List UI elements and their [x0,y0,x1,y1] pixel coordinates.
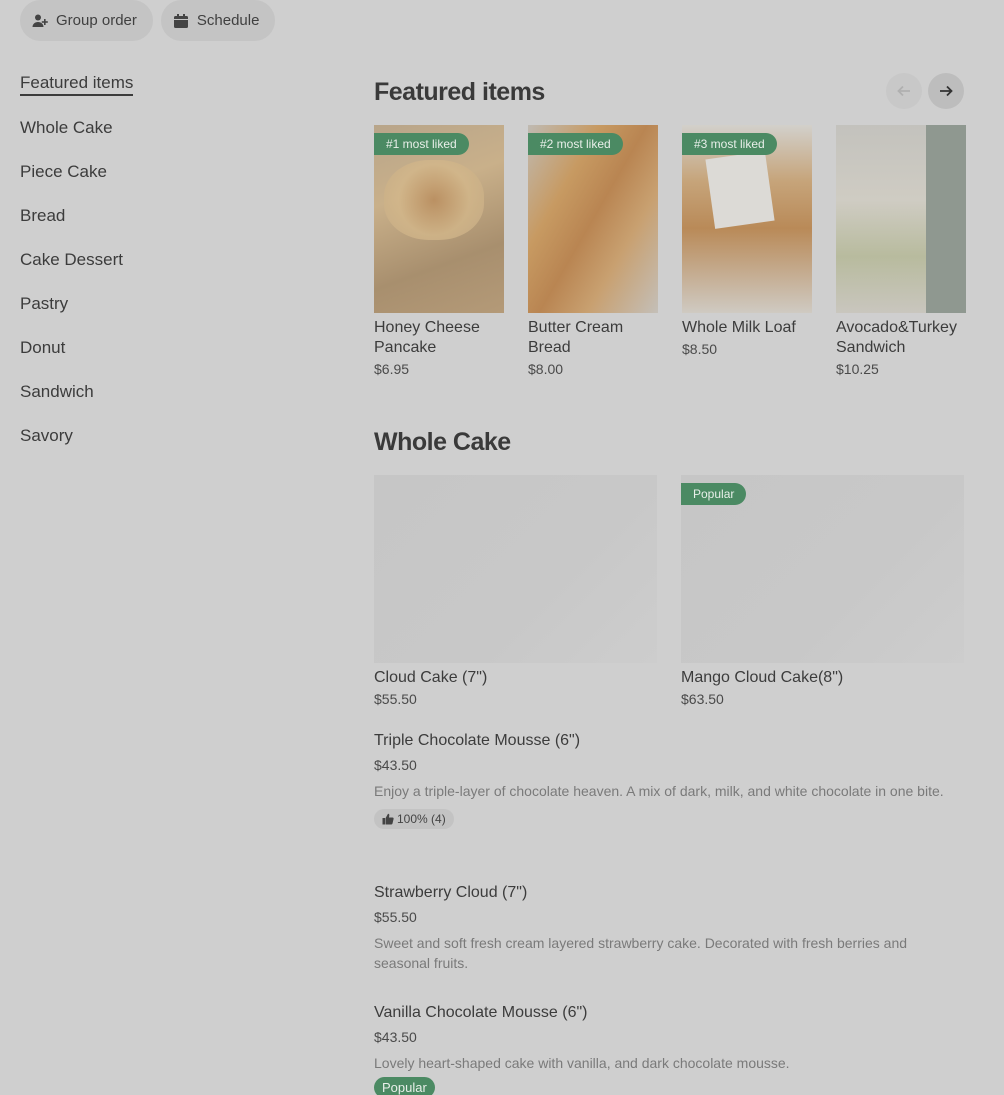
item-price: $10.25 [836,361,879,377]
featured-item-card[interactable]: #1 most liked Honey Cheese Pancake $6.95 [374,125,504,377]
menu-list-item[interactable]: Vanilla Chocolate Mousse (6") $43.50 Lov… [374,1004,964,1095]
top-actions: Group order Schedule [20,0,276,41]
carousel-controls [886,73,964,109]
item-name: Honey Cheese Pancake [374,319,480,356]
menu-list-item[interactable]: Strawberry Cloud (7") $55.50 Sweet and s… [374,884,964,973]
item-description: Enjoy a triple-layer of chocolate heaven… [374,783,944,799]
item-price: $8.50 [682,341,718,357]
item-image-placeholder [374,475,657,663]
calendar-icon [173,13,188,28]
item-name: Triple Chocolate Mousse (6") [374,732,581,749]
rank-badge: #1 most liked [374,133,469,155]
item-name: Whole Milk Loaf [682,319,796,336]
item-image-placeholder: Popular [681,475,964,663]
rank-badge: #3 most liked [682,133,777,155]
item-price: $43.50 [374,757,417,773]
item-price: $43.50 [374,1029,417,1045]
item-image: #3 most liked [682,125,812,313]
featured-header: Featured items [374,73,964,109]
menu-item-card[interactable]: Cloud Cake (7") $55.50 [374,475,657,707]
popular-badge: Popular [681,483,747,505]
schedule-label: Schedule [196,12,260,29]
carousel-prev-button[interactable] [886,73,922,109]
item-price: $55.50 [374,691,417,707]
whole-cake-title: Whole Cake [374,428,511,456]
carousel-next-button[interactable] [928,73,964,109]
item-name: Avocado&Turkey Sandwich [836,319,957,356]
item-description: Lovely heart-shaped cake with vanilla, a… [374,1055,790,1071]
whole-cake-cards: Cloud Cake (7") $55.50 Popular Mango Clo… [374,475,964,707]
rating-text: 100% (4) [397,812,446,826]
item-image: #1 most liked [374,125,504,313]
schedule-button[interactable]: Schedule [160,0,276,41]
menu-item-card[interactable]: Popular Mango Cloud Cake(8") $63.50 [681,475,964,707]
item-name: Vanilla Chocolate Mousse (6") [374,1004,588,1021]
featured-item-card[interactable]: Avocado&Turkey Sandwich $10.25 [836,125,966,377]
item-price: $6.95 [374,361,410,377]
rank-badge: #2 most liked [528,133,623,155]
rating-badge: 100% (4) [374,809,454,829]
item-price: $55.50 [374,909,417,925]
sidebar-item-featured-items[interactable]: Featured items [20,62,320,106]
featured-item-card[interactable]: #2 most liked Butter Cream Bread $8.00 [528,125,658,377]
arrow-right-icon [940,85,953,97]
group-order-button[interactable]: Group order [20,0,153,41]
sidebar-item-bread[interactable]: Bread [20,194,320,238]
item-name: Cloud Cake (7") [374,669,488,686]
sidebar-item-sandwich[interactable]: Sandwich [20,370,320,414]
group-order-label: Group order [56,12,137,29]
item-name: Butter Cream Bread [528,319,624,356]
featured-item-card[interactable]: #3 most liked Whole Milk Loaf $8.50 [682,125,812,377]
arrow-left-icon [897,85,910,97]
featured-title: Featured items [374,78,545,106]
sidebar-item-piece-cake[interactable]: Piece Cake [20,150,320,194]
featured-carousel: #1 most liked Honey Cheese Pancake $6.95… [374,125,966,377]
add-person-icon [32,14,48,27]
item-image [836,125,966,313]
thumbs-up-icon [382,813,394,825]
sidebar-item-pastry[interactable]: Pastry [20,282,320,326]
menu-list-item[interactable]: Triple Chocolate Mousse (6") $43.50 Enjo… [374,732,964,830]
item-name: Mango Cloud Cake(8") [681,669,844,686]
sidebar-item-savory[interactable]: Savory [20,414,320,458]
sidebar-item-whole-cake[interactable]: Whole Cake [20,106,320,150]
popular-badge: Popular [374,1077,435,1095]
sidebar-item-donut[interactable]: Donut [20,326,320,370]
item-price: $63.50 [681,691,724,707]
item-description: Sweet and soft fresh cream layered straw… [374,935,908,971]
item-name: Strawberry Cloud (7") [374,884,528,901]
category-sidebar: Featured items Whole Cake Piece Cake Bre… [20,62,320,458]
item-price: $8.00 [528,361,564,377]
item-image: #2 most liked [528,125,658,313]
sidebar-item-cake-dessert[interactable]: Cake Dessert [20,238,320,282]
